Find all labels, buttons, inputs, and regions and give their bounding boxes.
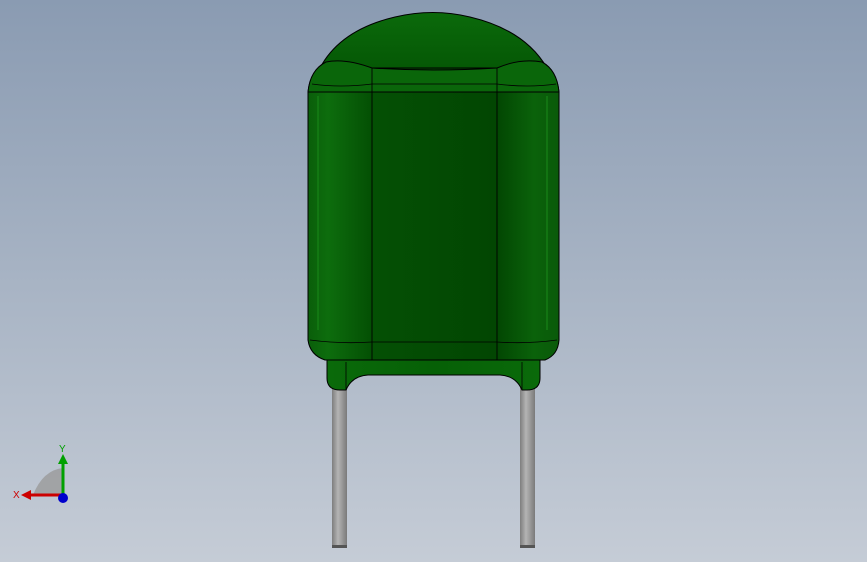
triad-plane bbox=[33, 468, 63, 495]
x-axis-arrow bbox=[21, 490, 31, 500]
y-axis-arrow bbox=[58, 454, 68, 464]
x-axis-label: X bbox=[13, 490, 20, 501]
y-axis-label: Y bbox=[59, 444, 66, 455]
graphics-viewport[interactable]: Y X bbox=[0, 0, 867, 562]
body-main[interactable] bbox=[307, 67, 560, 361]
capacitor-body[interactable] bbox=[307, 12, 560, 391]
reference-triad: Y X bbox=[13, 444, 68, 503]
left-lead[interactable] bbox=[332, 386, 347, 548]
z-axis-dot bbox=[58, 493, 68, 503]
right-lead[interactable] bbox=[520, 386, 535, 548]
model-view[interactable] bbox=[0, 0, 867, 562]
